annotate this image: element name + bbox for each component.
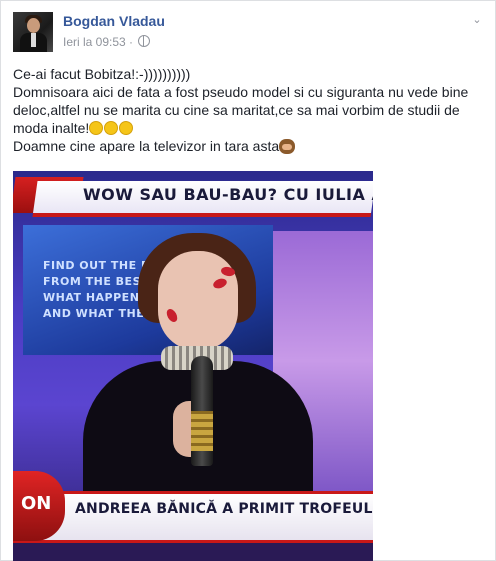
bottom-strip [13,543,373,561]
microphone-band [191,411,213,451]
post-meta: Ieri la 09:53 · [63,35,151,49]
facebook-post: Bogdan Vladau Ieri la 09:53 · ⌄ Ce-ai fa… [0,0,496,561]
avatar-head [27,18,40,33]
grinning-squint-face-icon [119,121,134,135]
globe-icon[interactable] [138,35,151,47]
post-line-2: Domnisoara aici de fata a fost pseudo mo… [13,83,485,137]
post-photo[interactable]: WOW SAU BAU-BAU? CU IULIA ALB FIND OUT T… [13,171,373,561]
author-name[interactable]: Bogdan Vladau [63,13,165,29]
tv-banner-text: WOW SAU BAU-BAU? CU IULIA ALB [83,185,373,204]
grinning-squint-face-icon [89,121,104,135]
grimacing-face-icon [104,121,119,135]
channel-logo-text: ON [21,493,52,514]
chevron-down-icon[interactable]: ⌄ [471,14,483,26]
meta-separator: · [125,35,137,49]
lower-third-bar [13,491,373,543]
avatar-shirt [31,33,36,47]
screen-line-4: AND WHAT THE [43,307,145,320]
channel-logo: ON [13,471,65,541]
post-text: Ce-ai facut Bobitza!:-)))))))))) Domniso… [13,65,485,155]
lower-third-text: ANDREEA BĂNICĂ A PRIMIT TROFEUL BAU-BAU [75,501,373,517]
post-line-1: Ce-ai facut Bobitza!:-)))))))))) [13,66,191,82]
post-line-3-text: Doamne cine apare la televizor in tara a… [13,138,280,154]
author-avatar[interactable] [13,12,53,52]
post-line-3: Doamne cine apare la televizor in tara a… [13,137,485,155]
post-timestamp[interactable]: Ieri la 09:53 [63,35,126,49]
see-no-evil-monkey-icon [279,139,296,154]
post-line-2-text: Domnisoara aici de fata a fost pseudo mo… [13,84,469,136]
